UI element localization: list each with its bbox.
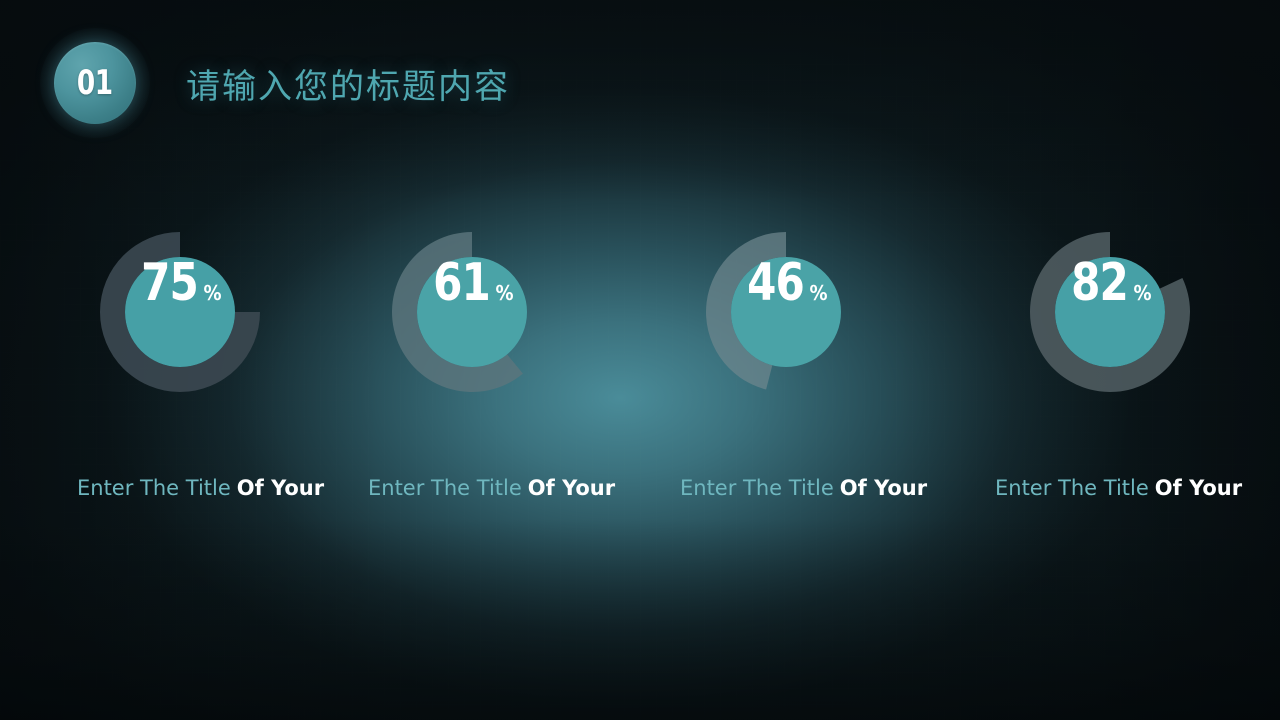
gauge-percent-sign: % [495,281,514,305]
caption-prefix: Enter The Title [995,476,1149,500]
gauge-item: 75 % [90,222,270,402]
caption-prefix: Enter The Title [680,476,834,500]
page-title: 请输入您的标题内容 [186,66,510,107]
gauge-value-disc: 46 % [731,257,841,367]
gauge-value-disc: 61 % [417,257,527,367]
gauge-caption: Enter The Title Of Your [77,476,324,500]
gauge-item: 61 % [382,222,562,402]
gauge-item: 82 % [1020,222,1200,402]
caption-prefix: Enter The Title [77,476,231,500]
gauge-value-disc: 75 % [125,257,235,367]
gauge-item: 46 % [696,222,876,402]
gauge-percent-sign: % [1133,281,1152,305]
caption-suffix: Of Your [527,476,616,500]
gauge-caption: Enter The Title Of Your [995,476,1242,500]
caption-suffix: Of Your [236,476,325,500]
gauge-value-label: 82 [1071,253,1130,313]
gauge-caption: Enter The Title Of Your [368,476,615,500]
badge-number-label: 01 [77,63,113,103]
gauge-value-label: 75 [141,253,200,313]
slide-header: 01 请输入您的标题内容 [40,28,510,138]
caption-row: Enter The Title Of Your Enter The Title Of… [0,476,1280,510]
gauge-value-label: 61 [433,253,492,313]
gauge-row: 75 % 61 % 46 % 82 % [0,222,1280,402]
badge-circle: 01 [54,42,136,124]
gauge-percent-sign: % [203,281,222,305]
slide-canvas: 01 请输入您的标题内容 75 % 61 % 46 % 82 % Enter T… [0,0,1280,720]
caption-suffix: Of Your [1154,476,1243,500]
caption-suffix: Of Your [839,476,928,500]
gauge-value-disc: 82 % [1055,257,1165,367]
caption-prefix: Enter The Title [368,476,522,500]
gauge-caption: Enter The Title Of Your [680,476,927,500]
section-number-badge: 01 [40,28,150,138]
gauge-value-label: 46 [747,253,806,313]
gauge-percent-sign: % [809,281,828,305]
